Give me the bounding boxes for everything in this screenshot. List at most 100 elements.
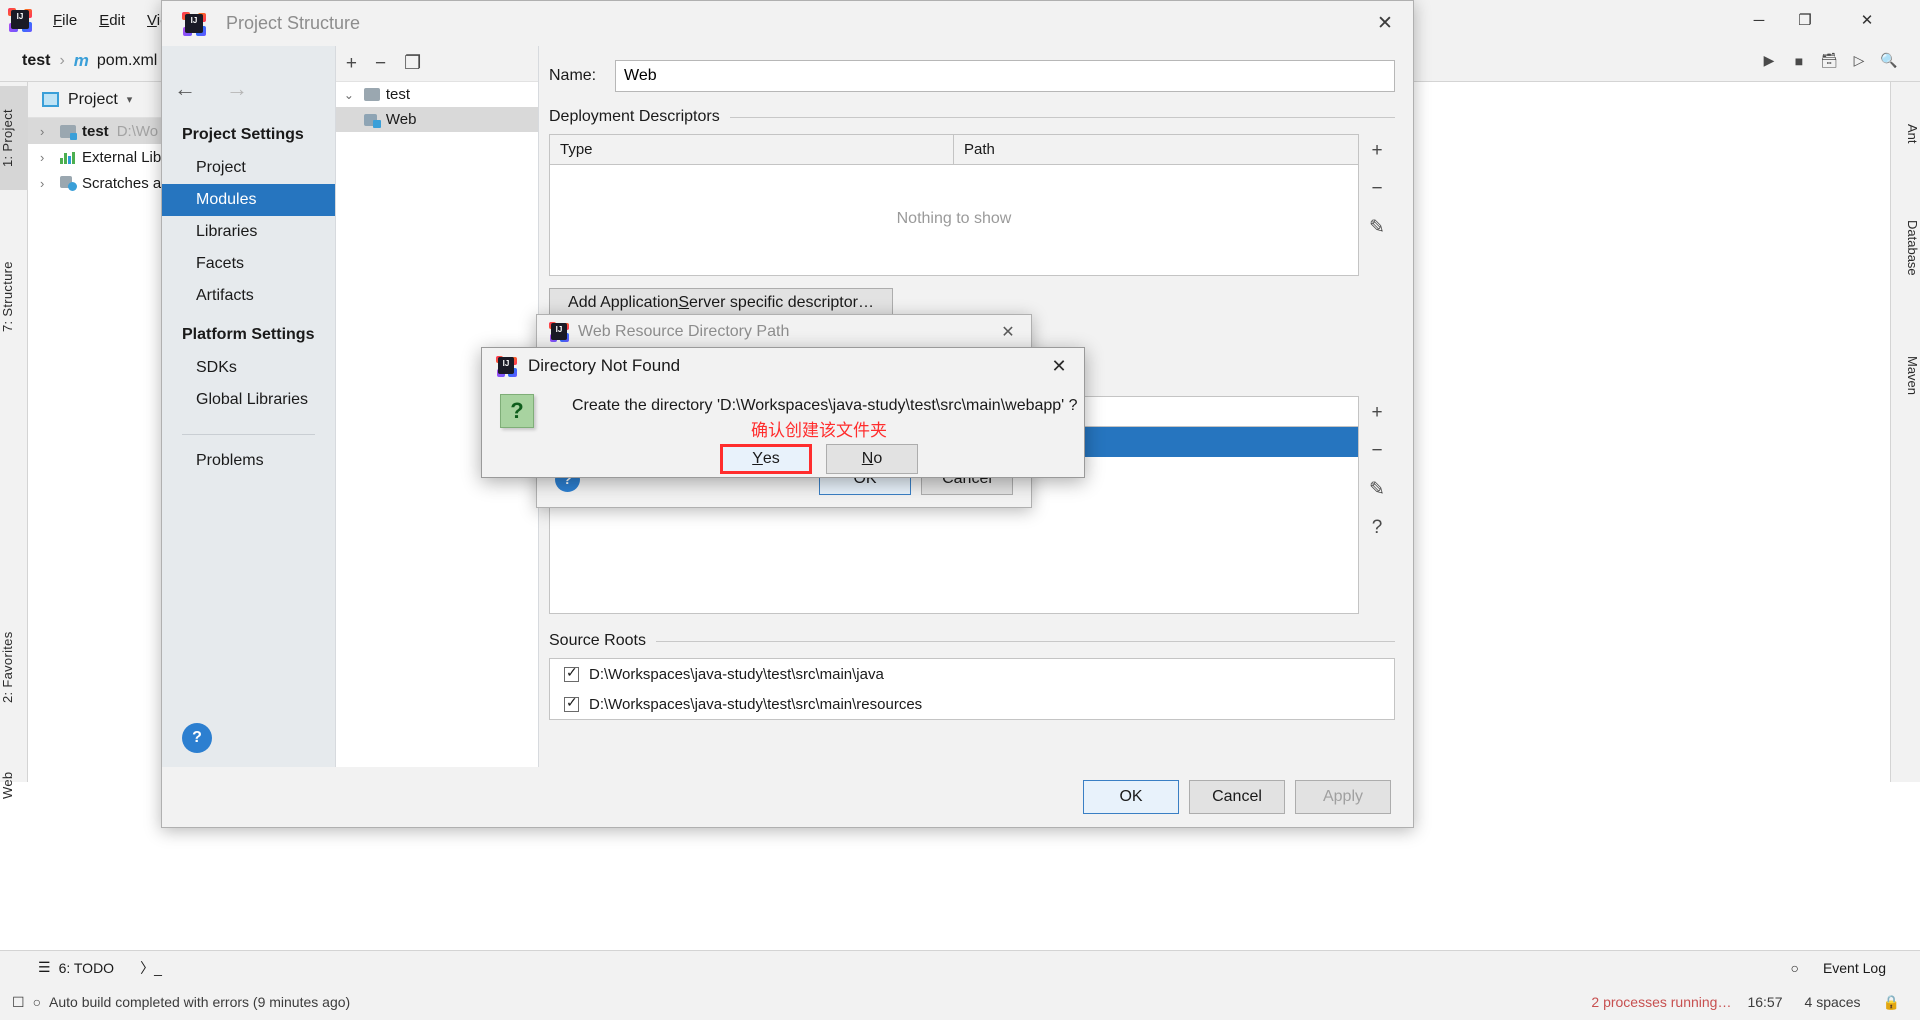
left-tool-rail: 1: Project 7: Structure 2: Favorites Web — [0, 82, 28, 799]
stop-icon[interactable]: ■ — [1784, 47, 1814, 75]
edit-descriptor-icon[interactable]: ✎ — [1369, 216, 1385, 239]
sidebar-item-facets[interactable]: Facets — [162, 248, 335, 280]
rail-tab-web[interactable]: Web — [0, 754, 28, 816]
intellij-logo-icon — [182, 11, 206, 36]
column-header-path[interactable]: Path — [954, 135, 1358, 164]
checkbox-checked-icon[interactable] — [564, 664, 579, 682]
button-label-prefix: Add Application — [568, 294, 679, 311]
build-project-icon[interactable]: 🗃 — [1814, 47, 1844, 75]
project-structure-footer: OK Cancel Apply — [162, 767, 1413, 827]
remove-deployment-root-icon[interactable]: − — [1371, 440, 1382, 462]
button-accelerator: S — [678, 294, 690, 311]
close-icon[interactable]: ✕ — [1357, 1, 1413, 46]
apply-button[interactable]: Apply — [1295, 780, 1391, 814]
back-arrow-icon[interactable]: ← — [174, 76, 196, 102]
project-structure-sidebar: ← → Project Settings Project Modules Lib… — [162, 46, 336, 767]
rail-tab-favorites[interactable]: 2: Favorites — [0, 602, 28, 732]
web-facet-icon — [363, 113, 381, 128]
module-tree-toolbar: + − ❐ — [335, 46, 538, 82]
project-structure-title-bar: Project Structure ✕ — [162, 1, 1413, 46]
breadcrumb-file[interactable]: pom.xml — [93, 52, 161, 70]
add-module-button[interactable]: + — [346, 53, 357, 75]
section-divider — [729, 116, 1395, 118]
module-tree-node-web[interactable]: Web — [335, 107, 538, 132]
add-descriptor-icon[interactable]: + — [1371, 140, 1382, 162]
expand-arrow-icon[interactable]: › — [40, 176, 60, 191]
project-panel-title: Project — [68, 90, 118, 108]
help-icon[interactable]: ? — [182, 723, 212, 753]
expand-arrow-icon[interactable]: › — [40, 150, 60, 165]
processes-running-label[interactable]: 2 processes running… — [1591, 994, 1731, 1010]
sidebar-item-libraries[interactable]: Libraries — [162, 216, 335, 248]
search-everywhere-icon[interactable]: 🔍 — [1874, 47, 1904, 75]
sidebar-item-artifacts[interactable]: Artifacts — [162, 280, 335, 312]
sidebar-nav-buttons: ← → — [162, 66, 335, 112]
sidebar-item-global-libraries[interactable]: Global Libraries — [162, 384, 335, 416]
project-structure-title: Project Structure — [226, 13, 361, 33]
deployment-root-help-icon[interactable]: ? — [1372, 517, 1383, 539]
rail-tab-maven[interactable]: Maven — [1890, 332, 1920, 420]
expand-arrow-icon[interactable]: ⌄ — [344, 88, 364, 102]
sidebar-group-platform-settings: Platform Settings — [182, 326, 315, 343]
rail-tab-structure[interactable]: 7: Structure — [0, 232, 28, 362]
add-deployment-root-icon[interactable]: + — [1371, 402, 1382, 424]
close-icon[interactable]: ✕ — [985, 315, 1031, 349]
intellij-logo-icon — [496, 355, 517, 377]
library-icon — [60, 150, 82, 164]
source-root-item[interactable]: D:\Workspaces\java-study\test\src\main\j… — [550, 659, 1394, 689]
run-icon[interactable]: ▶ — [1754, 47, 1784, 75]
remove-descriptor-icon[interactable]: − — [1371, 178, 1382, 200]
column-header-type[interactable]: Type — [550, 135, 954, 164]
expand-arrow-icon[interactable]: › — [40, 124, 60, 139]
rail-tab-ant[interactable]: Ant — [1890, 106, 1920, 162]
remove-module-button[interactable]: − — [375, 53, 386, 75]
window-maximize-button[interactable]: ❐ — [1782, 0, 1828, 40]
menu-item-file[interactable]: File — [42, 8, 88, 33]
folder-icon — [363, 88, 380, 101]
directory-not-found-title-bar: Directory Not Found ✕ — [482, 348, 1084, 384]
bottom-tab-event-log[interactable]: Event Log — [1823, 960, 1886, 976]
ok-button[interactable]: OK — [1083, 780, 1179, 814]
menu-item-edit[interactable]: Edit — [88, 8, 136, 33]
run-configurations-icon[interactable]: ▷ — [1844, 47, 1874, 75]
yes-label-suffix: es — [762, 450, 780, 467]
tree-item-label: External Lib — [82, 148, 162, 166]
lock-icon[interactable]: 🔒 — [1883, 994, 1900, 1011]
yes-button[interactable]: Yes — [720, 444, 812, 474]
module-tree-node-test[interactable]: ⌄ test — [336, 82, 538, 107]
rail-tab-project[interactable]: 1: Project — [0, 86, 28, 190]
event-log-icon[interactable]: ○ — [1790, 960, 1798, 976]
name-field-row: Name: — [549, 60, 1395, 92]
status-icon: ☐ — [12, 993, 25, 1010]
source-root-item[interactable]: D:\Workspaces\java-study\test\src\main\r… — [550, 689, 1394, 719]
sidebar-divider — [182, 434, 315, 435]
no-button[interactable]: No — [826, 444, 918, 474]
checkbox-checked-icon[interactable] — [564, 694, 579, 712]
yes-accelerator: Y — [752, 450, 763, 467]
rail-tab-database[interactable]: Database — [1890, 192, 1920, 304]
chevron-down-icon[interactable]: ▾ — [127, 93, 133, 106]
section-label: Deployment Descriptors — [549, 108, 720, 125]
right-tool-rail: Ant Database Maven — [1890, 82, 1920, 782]
status-indent[interactable]: 4 spaces — [1805, 994, 1861, 1010]
close-icon[interactable]: ✕ — [1034, 348, 1084, 384]
window-minimize-button[interactable]: ─ — [1736, 0, 1782, 40]
copy-module-button[interactable]: ❐ — [404, 52, 421, 75]
question-mark-icon: ? — [500, 394, 534, 428]
forward-arrow-icon[interactable]: → — [226, 76, 248, 102]
terminal-icon[interactable]: 〉_ — [140, 958, 162, 978]
sidebar-group-project-settings: Project Settings — [182, 126, 304, 143]
name-input[interactable] — [615, 60, 1395, 92]
sidebar-item-problems[interactable]: Problems — [162, 445, 335, 477]
sidebar-item-project[interactable]: Project — [162, 152, 335, 184]
sidebar-item-modules[interactable]: Modules — [162, 184, 335, 216]
tree-item-label: test — [82, 122, 109, 140]
breadcrumb-project[interactable]: test — [18, 52, 54, 70]
cancel-button[interactable]: Cancel — [1189, 780, 1285, 814]
dialog-message: Create the directory 'D:\Workspaces\java… — [572, 397, 1078, 414]
section-divider — [655, 640, 1395, 642]
edit-deployment-root-icon[interactable]: ✎ — [1369, 478, 1385, 501]
window-close-button[interactable]: ✕ — [1844, 0, 1890, 40]
sidebar-item-sdks[interactable]: SDKs — [162, 352, 335, 384]
bottom-tab-todo[interactable]: 6: TODO — [59, 960, 115, 976]
